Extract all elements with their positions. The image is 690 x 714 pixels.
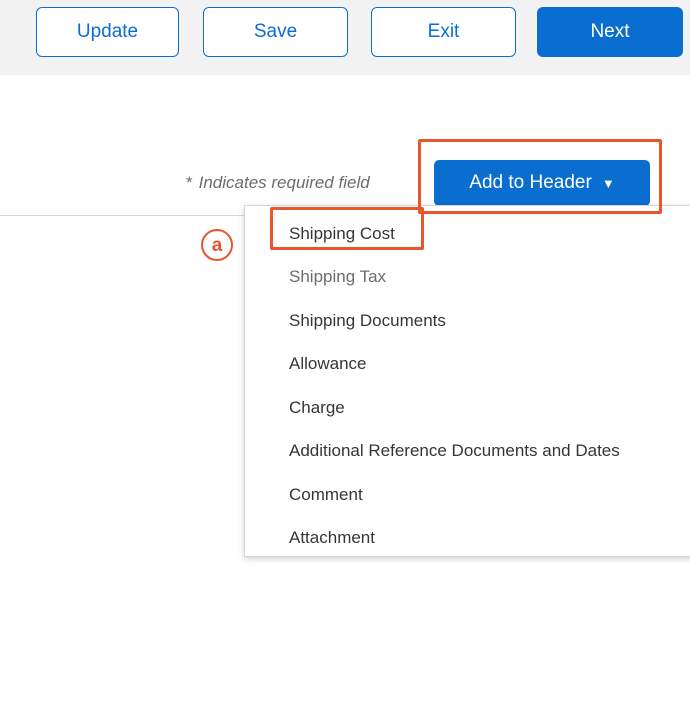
menu-item-allowance[interactable]: Allowance bbox=[289, 354, 367, 374]
menu-item-charge[interactable]: Charge bbox=[289, 398, 345, 418]
toolbar: Update Save Exit Next bbox=[0, 0, 690, 75]
next-button[interactable]: Next bbox=[537, 7, 683, 57]
menu-item-shipping-tax[interactable]: Shipping Tax bbox=[289, 267, 386, 287]
save-button[interactable]: Save bbox=[203, 7, 348, 57]
menu-item-attachment[interactable]: Attachment bbox=[289, 528, 375, 548]
add-to-header-dropdown-menu: Shipping Cost Shipping Tax Shipping Docu… bbox=[244, 205, 690, 557]
update-button[interactable]: Update bbox=[36, 7, 179, 57]
add-to-header-button[interactable]: Add to Header ▼ bbox=[434, 160, 650, 206]
menu-item-comment[interactable]: Comment bbox=[289, 485, 363, 505]
menu-item-shipping-documents[interactable]: Shipping Documents bbox=[289, 311, 446, 331]
add-to-header-label: Add to Header bbox=[469, 172, 592, 193]
required-asterisk: * bbox=[186, 173, 193, 192]
menu-item-additional-reference-documents[interactable]: Additional Reference Documents and Dates bbox=[289, 441, 620, 461]
caret-down-icon: ▼ bbox=[601, 175, 615, 191]
section-divider bbox=[0, 215, 244, 216]
menu-item-shipping-cost[interactable]: Shipping Cost bbox=[289, 224, 395, 244]
required-note-text: Indicates required field bbox=[198, 173, 370, 192]
callout-marker: a bbox=[201, 229, 233, 261]
required-field-note: * Indicates required field bbox=[186, 173, 370, 193]
exit-button[interactable]: Exit bbox=[371, 7, 516, 57]
